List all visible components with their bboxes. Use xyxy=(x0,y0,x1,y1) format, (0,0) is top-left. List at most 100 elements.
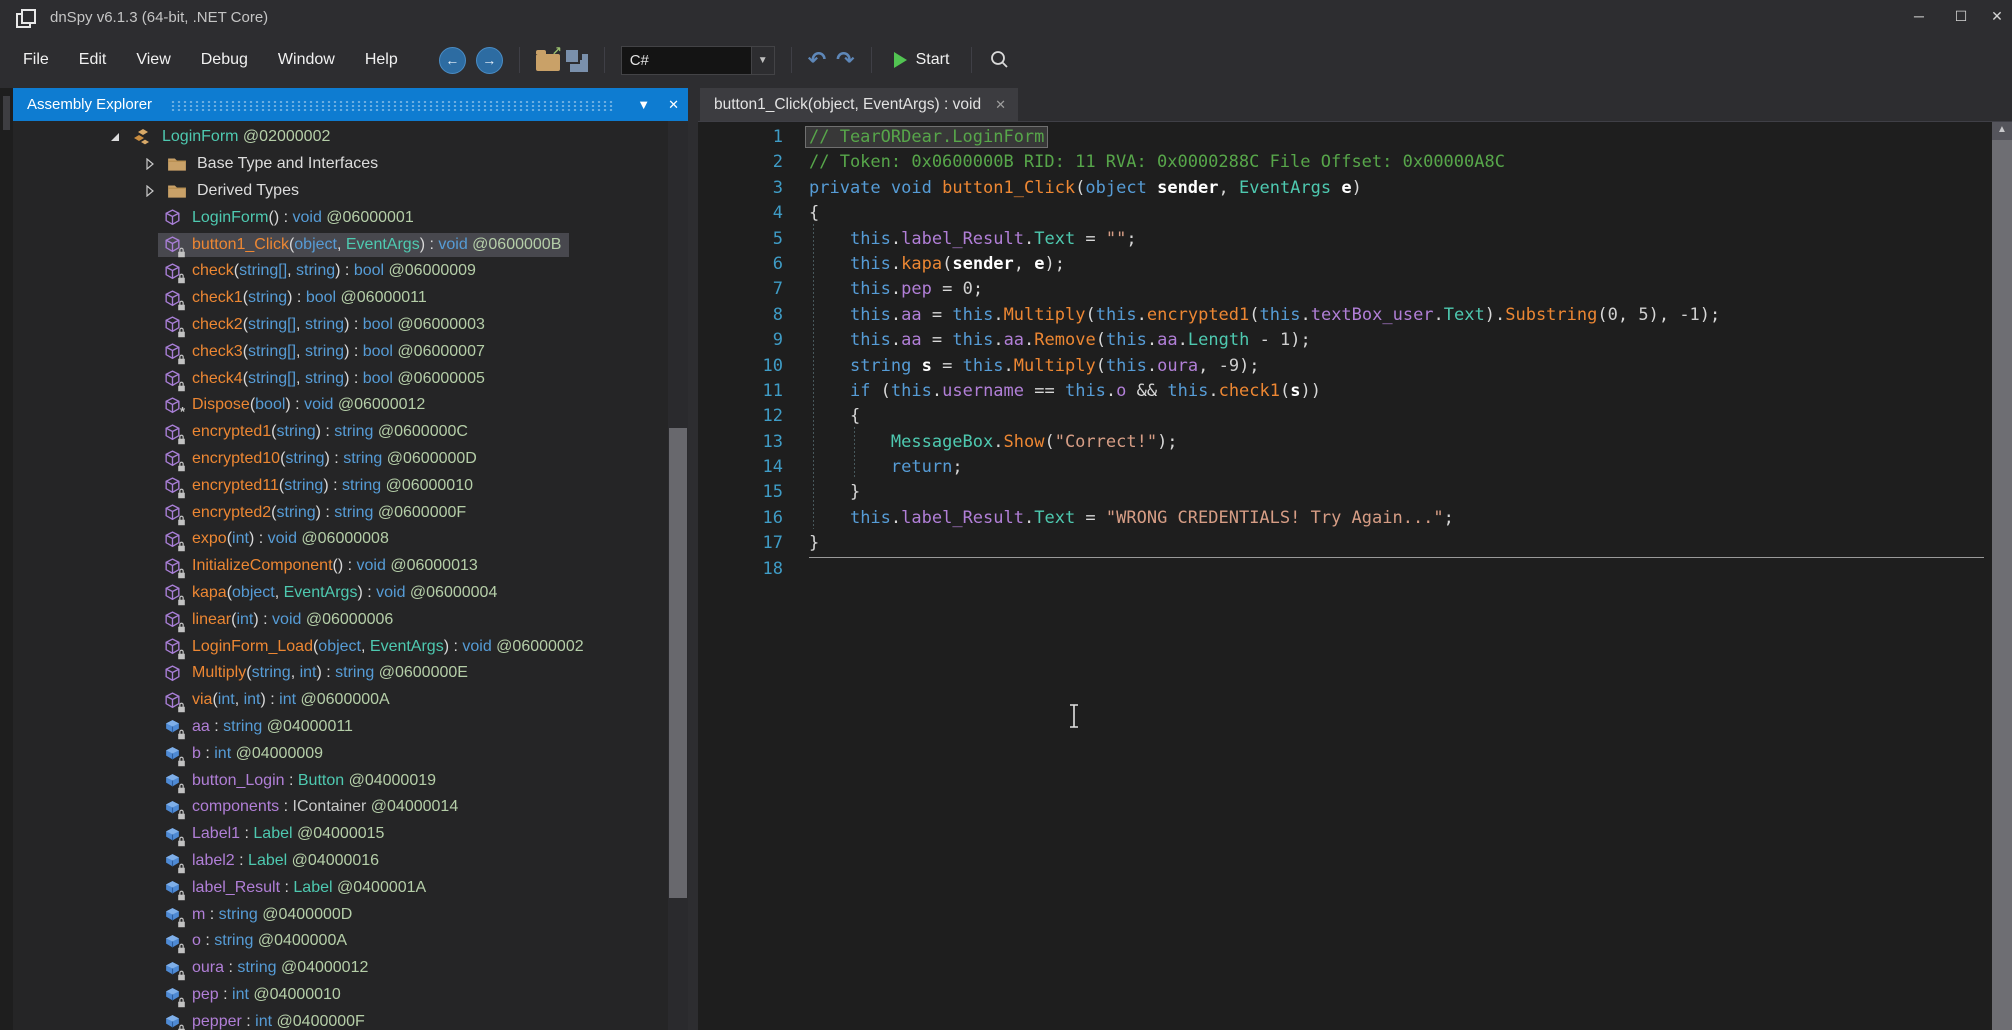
assembly-explorer-header[interactable]: Assembly Explorer ▼ ✕ xyxy=(13,88,688,121)
tree-row[interactable]: check1(string) : bool @06000011 xyxy=(13,285,668,312)
tree-row-content[interactable]: oura : string @04000012 xyxy=(158,956,376,980)
panel-grip[interactable] xyxy=(3,96,10,130)
tree-row[interactable]: pepper : int @0400000F xyxy=(13,1008,668,1030)
panel-close-icon[interactable]: ✕ xyxy=(659,97,688,113)
tree-row-content[interactable]: Multiply(string, int) : string @0600000E xyxy=(158,661,476,685)
menu-item-help[interactable]: Help xyxy=(350,45,413,75)
chevron-down-icon[interactable]: ▼ xyxy=(751,47,774,74)
tree-row[interactable]: encrypted2(string) : string @0600000F xyxy=(13,499,668,526)
tree-row[interactable]: encrypted10(string) : string @0600000D xyxy=(13,446,668,473)
menu-item-edit[interactable]: Edit xyxy=(64,45,122,75)
tree-row-content[interactable]: kapa(object, EventArgs) : void @06000004 xyxy=(158,581,505,605)
tree-row[interactable]: LoginForm @02000002 xyxy=(13,124,668,151)
tree-row-content[interactable]: aa : string @04000011 xyxy=(158,715,361,739)
tree-row-content[interactable]: LoginForm_Load(object, EventArgs) : void… xyxy=(158,635,592,659)
tree-row[interactable]: *Dispose(bool) : void @06000012 xyxy=(13,392,668,419)
code-line[interactable]: 8 this.aa = this.Multiply(this.encrypted… xyxy=(698,303,1992,328)
code-line[interactable]: 12 { xyxy=(698,404,1992,429)
tree-row-content[interactable]: button1_Click(object, EventArgs) : void … xyxy=(158,233,569,257)
tree-row-content[interactable]: label_Result : Label @0400001A xyxy=(158,876,434,900)
tree-row[interactable]: check4(string[], string) : bool @0600000… xyxy=(13,365,668,392)
code-line[interactable]: 18 xyxy=(698,557,1992,582)
tree-scrollbar-thumb[interactable] xyxy=(669,428,687,898)
tree-row-content[interactable]: pepper : int @0400000F xyxy=(158,1010,373,1030)
tree-row[interactable]: LoginForm_Load(object, EventArgs) : void… xyxy=(13,633,668,660)
tree-row-content[interactable]: button_Login : Button @04000019 xyxy=(158,769,444,793)
editor-scrollbar-thumb[interactable] xyxy=(1992,140,2012,1030)
tree-row-content[interactable]: check1(string) : bool @06000011 xyxy=(158,286,435,310)
tree-row[interactable]: label_Result : Label @0400001A xyxy=(13,874,668,901)
menu-item-view[interactable]: View xyxy=(121,45,185,75)
code-line[interactable]: 3private void button1_Click(object sende… xyxy=(698,176,1992,201)
tree-row[interactable]: o : string @0400000A xyxy=(13,928,668,955)
language-select[interactable]: C# ▼ xyxy=(621,46,775,75)
tree-row-content[interactable]: check(string[], string) : bool @06000009 xyxy=(158,259,484,283)
tree-row[interactable]: button_Login : Button @04000019 xyxy=(13,767,668,794)
tree-row[interactable]: expo(int) : void @06000008 xyxy=(13,526,668,553)
code-line[interactable]: 7 this.pep = 0; xyxy=(698,277,1992,302)
tree-row-content[interactable]: Base Type and Interfaces xyxy=(163,152,386,176)
tree-row-content[interactable]: InitializeComponent() : void @06000013 xyxy=(158,554,486,578)
tree-row[interactable]: InitializeComponent() : void @06000013 xyxy=(13,553,668,580)
nav-forward-icon[interactable]: → xyxy=(476,47,503,74)
code-line[interactable]: 16 this.label_Result.Text = "WRONG CREDE… xyxy=(698,506,1992,531)
tree-row-content[interactable]: components : IContainer @04000014 xyxy=(158,795,466,819)
tree-row[interactable]: pep : int @04000010 xyxy=(13,982,668,1009)
tree-row[interactable]: aa : string @04000011 xyxy=(13,714,668,741)
tree-row[interactable]: encrypted11(string) : string @06000010 xyxy=(13,472,668,499)
tree-row[interactable]: Label1 : Label @04000015 xyxy=(13,821,668,848)
maximize-button[interactable]: ☐ xyxy=(1940,0,1982,32)
undo-icon[interactable]: ↶ xyxy=(808,50,826,70)
tree-row-content[interactable]: check2(string[], string) : bool @0600000… xyxy=(158,313,493,337)
tree-row-content[interactable]: Label1 : Label @04000015 xyxy=(158,822,392,846)
code-line[interactable]: 17} xyxy=(698,531,1992,556)
tree-row[interactable]: button1_Click(object, EventArgs) : void … xyxy=(13,231,668,258)
tree-row[interactable]: oura : string @04000012 xyxy=(13,955,668,982)
minimize-button[interactable]: ─ xyxy=(1898,0,1940,32)
tree-row-content[interactable]: Derived Types xyxy=(163,179,307,203)
tree-row[interactable]: Base Type and Interfaces xyxy=(13,151,668,178)
code-editor[interactable]: 1// TearORDear.LoginForm2// Token: 0x060… xyxy=(698,122,1992,1030)
tree-row[interactable]: components : IContainer @04000014 xyxy=(13,794,668,821)
code-line[interactable]: 13 MessageBox.Show("Correct!"); xyxy=(698,430,1992,455)
menu-item-file[interactable]: File xyxy=(8,45,64,75)
editor-scrollbar-track[interactable]: ▲ xyxy=(1992,122,2012,1030)
nav-back-icon[interactable]: ← xyxy=(439,47,466,74)
search-icon[interactable] xyxy=(988,49,1010,71)
code-line[interactable]: 6 this.kapa(sender, e); xyxy=(698,252,1992,277)
tree-row-content[interactable]: LoginForm @02000002 xyxy=(128,125,338,149)
tree-row[interactable]: m : string @0400000D xyxy=(13,901,668,928)
code-line[interactable]: 11 if (this.username == this.o && this.c… xyxy=(698,379,1992,404)
tree-row-content[interactable]: check3(string[], string) : bool @0600000… xyxy=(158,340,493,364)
redo-icon[interactable]: ↷ xyxy=(836,50,854,70)
tree-row-content[interactable]: pep : int @04000010 xyxy=(158,983,349,1007)
code-line[interactable]: 4{ xyxy=(698,201,1992,226)
tree-row[interactable]: kapa(object, EventArgs) : void @06000004 xyxy=(13,580,668,607)
code-line[interactable]: 14 return; xyxy=(698,455,1992,480)
tree-row-content[interactable]: encrypted1(string) : string @0600000C xyxy=(158,420,476,444)
tree-row[interactable]: check3(string[], string) : bool @0600000… xyxy=(13,338,668,365)
tree-row-content[interactable]: label2 : Label @04000016 xyxy=(158,849,387,873)
tree-row-content[interactable]: LoginForm() : void @06000001 xyxy=(158,206,422,230)
tree-scrollbar-track[interactable] xyxy=(668,121,688,1030)
menu-item-debug[interactable]: Debug xyxy=(186,45,263,75)
expander-collapsed-icon[interactable] xyxy=(143,158,157,170)
expander-expanded-icon[interactable] xyxy=(108,131,122,143)
tree-row[interactable]: label2 : Label @04000016 xyxy=(13,848,668,875)
tree-row[interactable]: encrypted1(string) : string @0600000C xyxy=(13,419,668,446)
tree-row[interactable]: LoginForm() : void @06000001 xyxy=(13,204,668,231)
code-line[interactable]: 2// Token: 0x0600000B RID: 11 RVA: 0x000… xyxy=(698,150,1992,175)
open-file-icon[interactable] xyxy=(536,54,560,71)
code-line[interactable]: 10 string s = this.Multiply(this.oura, -… xyxy=(698,354,1992,379)
tree-row[interactable]: check(string[], string) : bool @06000009 xyxy=(13,258,668,285)
save-all-icon[interactable] xyxy=(570,54,588,72)
tree-row-content[interactable]: encrypted2(string) : string @0600000F xyxy=(158,501,474,525)
scroll-up-arrow-icon[interactable]: ▲ xyxy=(1992,124,2012,135)
tree-row[interactable]: linear(int) : void @06000006 xyxy=(13,606,668,633)
code-line[interactable]: 5 this.label_Result.Text = ""; xyxy=(698,227,1992,252)
tree-row-content[interactable]: check4(string[], string) : bool @0600000… xyxy=(158,367,493,391)
tree-row-content[interactable]: encrypted10(string) : string @0600000D xyxy=(158,447,485,471)
tree-row[interactable]: via(int, int) : int @0600000A xyxy=(13,687,668,714)
tree-row[interactable]: Multiply(string, int) : string @0600000E xyxy=(13,660,668,687)
close-button[interactable]: ✕ xyxy=(1982,0,2012,32)
